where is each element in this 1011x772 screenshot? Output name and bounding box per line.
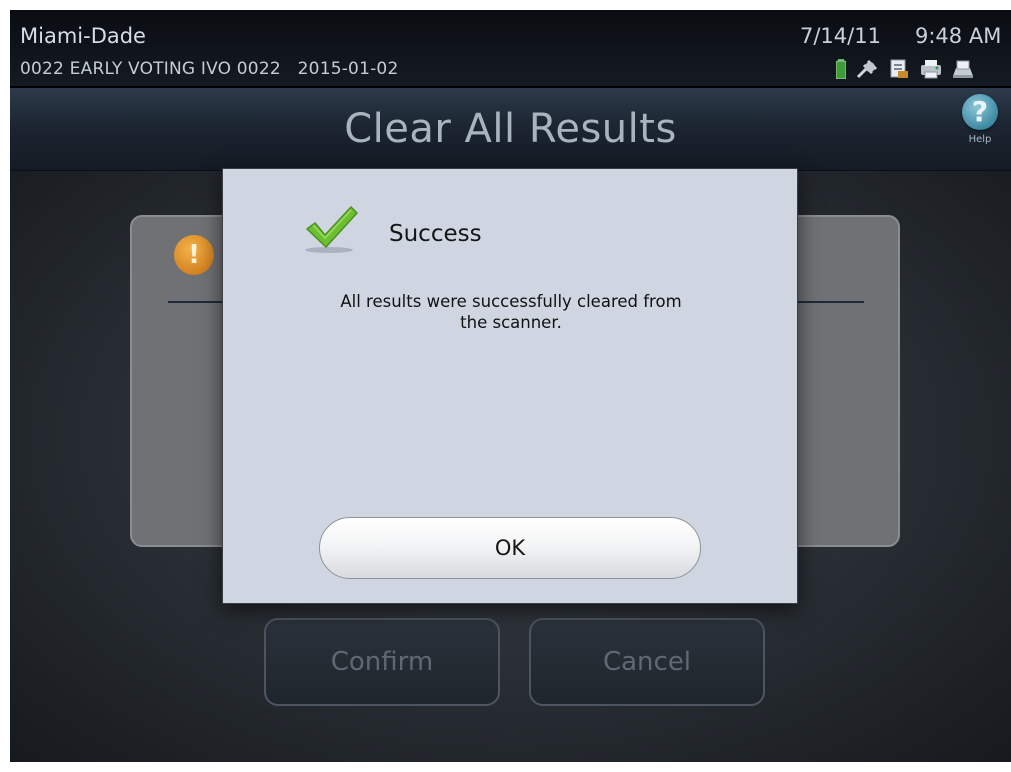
scanner-screen: Miami-Dade 0022 EARLY VOTING IVO 0022 20… [10, 10, 1011, 762]
help-button[interactable]: ? Help [958, 94, 1002, 160]
status-time: 9:48 AM [915, 24, 1002, 48]
status-date: 7/14/11 [800, 24, 881, 48]
warning-divider-right [798, 301, 864, 303]
printer-icon [920, 59, 942, 79]
confirm-button[interactable]: Confirm [264, 618, 500, 706]
dialog-title: Success [389, 221, 482, 247]
county-name: Miami-Dade [20, 24, 146, 48]
cancel-button[interactable]: Cancel [529, 618, 765, 706]
warning-divider-left [168, 301, 228, 303]
ok-button[interactable]: OK [319, 517, 701, 579]
document-icon [888, 59, 910, 79]
poll-info: 0022 EARLY VOTING IVO 0022 2015-01-02 [20, 59, 399, 79]
battery-icon [836, 59, 846, 79]
page-title: Clear All Results [344, 106, 677, 152]
title-bar: Clear All Results ? Help [10, 88, 1011, 171]
checkmark-icon [303, 203, 359, 255]
dialog-message-line1: All results were successfully cleared fr… [340, 292, 682, 311]
status-bar: Miami-Dade 0022 EARLY VOTING IVO 0022 20… [10, 10, 1011, 86]
success-dialog: Success All results were successfully cl… [222, 168, 798, 604]
dialog-message-line2: the scanner. [460, 313, 562, 332]
warning-icon: ! [174, 235, 214, 275]
dialog-message: All results were successfully cleared fr… [283, 291, 739, 333]
help-label: Help [968, 134, 992, 145]
help-icon: ? [962, 94, 998, 130]
status-icons [836, 58, 974, 80]
power-plug-icon [856, 59, 878, 79]
scanner-icon [952, 59, 974, 79]
